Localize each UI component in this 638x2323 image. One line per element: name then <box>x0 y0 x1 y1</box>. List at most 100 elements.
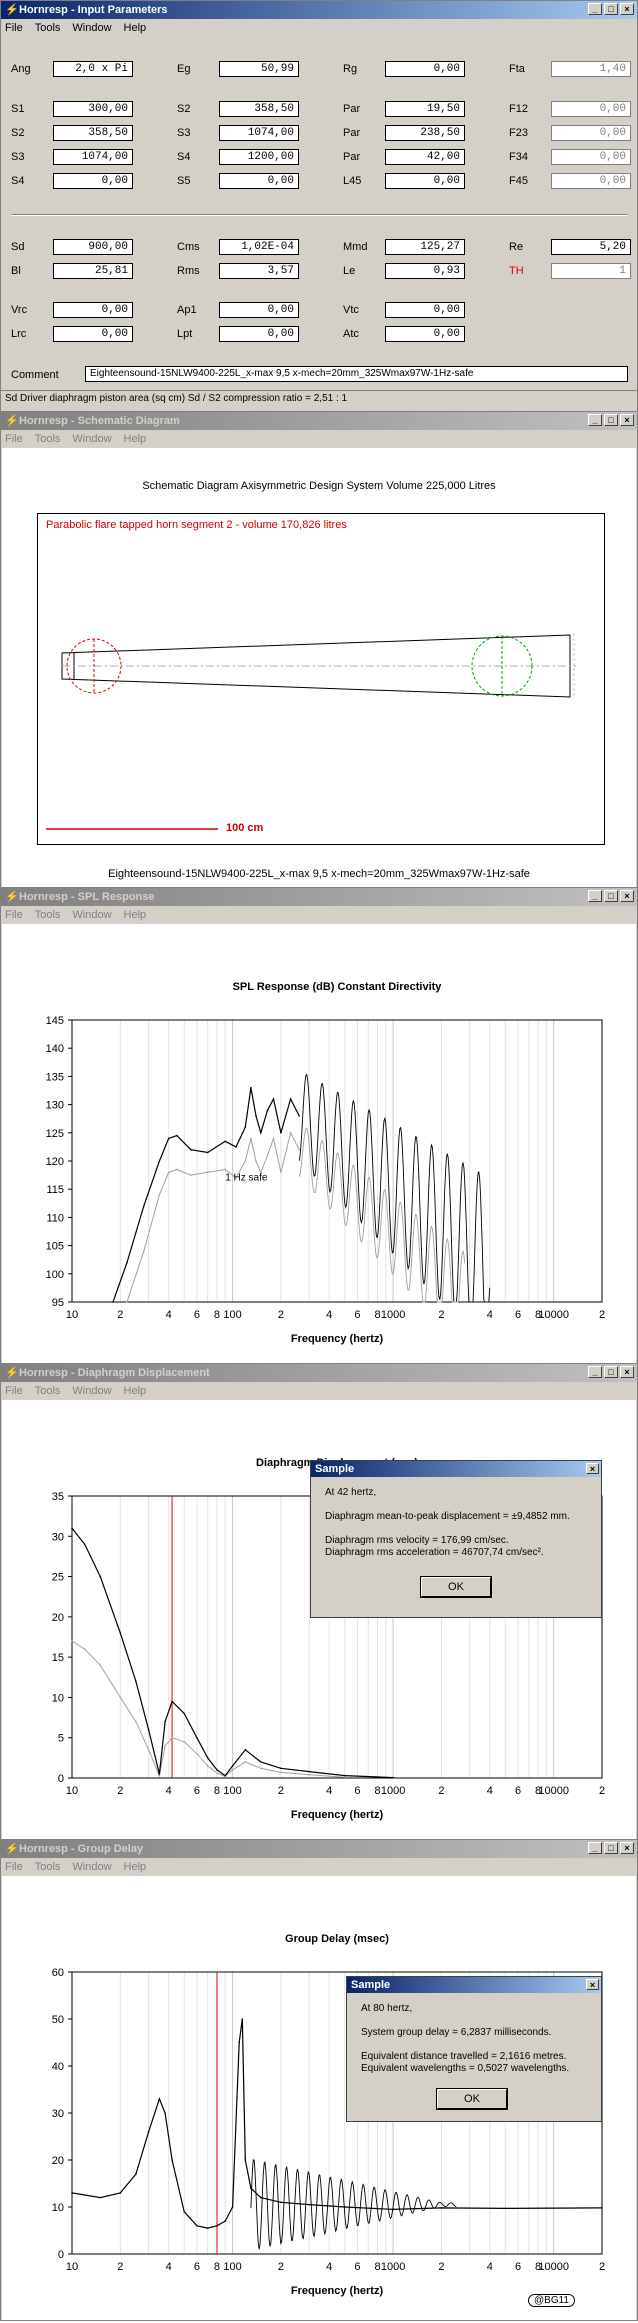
param-field-rg[interactable]: 0,00 <box>385 61 465 77</box>
dialog-close-button[interactable]: × <box>586 1979 599 1990</box>
param-field-s3[interactable]: 1074,00 <box>53 149 133 165</box>
menu-tools[interactable]: Tools <box>35 909 61 921</box>
data-point <box>147 2131 150 2133</box>
param-field-re[interactable]: 5,20 <box>551 239 631 255</box>
close-button[interactable]: × <box>620 890 634 902</box>
maximize-button[interactable]: □ <box>604 1366 618 1378</box>
x-tick-label: 10 <box>66 2261 78 2273</box>
param-label-vtc: Vtc <box>343 304 359 316</box>
data-point <box>142 1205 145 1207</box>
param-label-vrc: Vrc <box>11 304 28 316</box>
menu-help[interactable]: Help <box>124 1385 147 1397</box>
param-field-s4[interactable]: 0,00 <box>53 173 133 189</box>
close-button[interactable]: × <box>620 414 634 426</box>
param-field-l45[interactable]: 0,00 <box>385 173 465 189</box>
minimize-button[interactable]: _ <box>588 1842 602 1854</box>
menu-help[interactable]: Help <box>124 1861 147 1873</box>
param-field-s4[interactable]: 1200,00 <box>219 149 299 165</box>
param-field-lpt[interactable]: 0,00 <box>219 326 299 342</box>
param-field-ap1[interactable]: 0,00 <box>219 302 299 318</box>
param-field-s2[interactable]: 358,50 <box>219 101 299 117</box>
param-field-lrc[interactable]: 0,00 <box>53 326 133 342</box>
y-tick-label: 10 <box>52 2202 64 2214</box>
menu-window[interactable]: Window <box>72 1385 111 1397</box>
dialog-titlebar[interactable]: Sample × <box>347 1977 601 1993</box>
y-tick-label: 130 <box>46 1100 64 1112</box>
data-point <box>206 1151 209 1154</box>
menu-tools[interactable]: Tools <box>35 433 61 445</box>
param-field-ang[interactable]: 2,0 x Pi <box>53 61 133 77</box>
ok-button[interactable]: OK <box>420 1576 492 1598</box>
param-label-s1: S1 <box>11 103 25 115</box>
titlebar[interactable]: ⚡ Hornresp - Diaphragm Displacement _ □ … <box>1 1364 637 1382</box>
param-field-rms[interactable]: 3,57 <box>219 263 299 279</box>
param-field-f45[interactable]: 0,00 <box>551 173 631 189</box>
titlebar[interactable]: ⚡ Hornresp - Group Delay _ □ × <box>1 1840 637 1858</box>
param-field-par[interactable]: 238,50 <box>385 125 465 141</box>
param-field-bl[interactable]: 25,81 <box>53 263 133 279</box>
param-field-f12[interactable]: 0,00 <box>551 101 631 117</box>
param-field-cms[interactable]: 1,02E-04 <box>219 239 299 255</box>
x-tick-label: 2 <box>278 2261 284 2273</box>
param-label-rg: Rg <box>343 63 358 75</box>
param-field-mmd[interactable]: 125,27 <box>385 239 465 255</box>
dialog-line: System group delay = 6,2837 milliseconds… <box>361 2027 552 2038</box>
menu-help[interactable]: Help <box>124 909 147 921</box>
menu-help[interactable]: Help <box>124 433 147 445</box>
minimize-button[interactable]: _ <box>588 1366 602 1378</box>
param-field-par[interactable]: 42,00 <box>385 149 465 165</box>
maximize-button[interactable]: □ <box>604 414 618 426</box>
x-tick-label: 4 <box>487 2261 493 2273</box>
data-point <box>504 2207 507 2210</box>
menu-tools[interactable]: Tools <box>35 1861 61 1873</box>
menu-file[interactable]: File <box>5 1385 23 1397</box>
menu-window[interactable]: Window <box>72 1861 111 1873</box>
maximize-button[interactable]: □ <box>604 890 618 902</box>
ok-button[interactable]: OK <box>436 2088 508 2110</box>
dialog-close-button[interactable]: × <box>586 1463 599 1474</box>
close-button[interactable]: × <box>620 1366 634 1378</box>
displacement-window: ⚡ Hornresp - Diaphragm Displacement _ □ … <box>0 1363 638 1841</box>
minimize-button[interactable]: _ <box>588 890 602 902</box>
param-field-s5[interactable]: 0,00 <box>219 173 299 189</box>
data-point <box>231 1765 234 1767</box>
menu-file[interactable]: File <box>5 433 23 445</box>
param-field-s1[interactable]: 300,00 <box>53 101 133 117</box>
data-point <box>190 1174 192 1176</box>
data-point <box>183 1740 186 1743</box>
menu-window[interactable]: Window <box>72 433 111 445</box>
maximize-button[interactable]: □ <box>604 1842 618 1854</box>
param-field-eg[interactable]: 50,99 <box>219 61 299 77</box>
menu-file[interactable]: File <box>5 1861 23 1873</box>
param-field-s3[interactable]: 1074,00 <box>219 125 299 141</box>
param-field-atc[interactable]: 0,00 <box>385 326 465 342</box>
param-field-fta[interactable]: 1,40 <box>551 61 631 77</box>
param-field-par[interactable]: 19,50 <box>385 101 465 117</box>
x-tick-label: 4 <box>326 1309 332 1321</box>
param-field-le[interactable]: 0,93 <box>385 263 465 279</box>
data-point <box>167 1171 170 1174</box>
param-field-vtc[interactable]: 0,00 <box>385 302 465 318</box>
param-field-sd[interactable]: 900,00 <box>53 239 133 255</box>
x-tick-label: 100 <box>223 1309 241 1321</box>
dialog-titlebar[interactable]: Sample × <box>311 1461 601 1477</box>
dialog-line: Diaphragm mean-to-peak displacement = ±9… <box>325 1511 570 1522</box>
param-field-vrc[interactable]: 0,00 <box>53 302 133 318</box>
param-field-s2[interactable]: 358,50 <box>53 125 133 141</box>
x-tick-label: 4 <box>166 2261 172 2273</box>
data-point <box>119 1632 122 1634</box>
menu-file[interactable]: File <box>5 909 23 921</box>
param-field-th[interactable]: 1 <box>551 263 631 279</box>
minimize-button[interactable]: _ <box>588 414 602 426</box>
param-field-f23[interactable]: 0,00 <box>551 125 631 141</box>
menu-window[interactable]: Window <box>72 909 111 921</box>
comment-field[interactable]: Eighteensound-15NLW9400-225L_x-max 9,5 x… <box>85 366 628 382</box>
data-point <box>206 1171 209 1174</box>
titlebar[interactable]: ⚡ Hornresp - Schematic Diagram _ □ × <box>1 412 637 430</box>
param-field-f34[interactable]: 0,00 <box>551 149 631 165</box>
close-button[interactable]: × <box>620 1842 634 1854</box>
data-point <box>164 1744 166 1747</box>
titlebar[interactable]: ⚡ Hornresp - SPL Response _ □ × <box>1 888 637 906</box>
close-icon: × <box>589 1980 596 1990</box>
menu-tools[interactable]: Tools <box>35 1385 61 1397</box>
